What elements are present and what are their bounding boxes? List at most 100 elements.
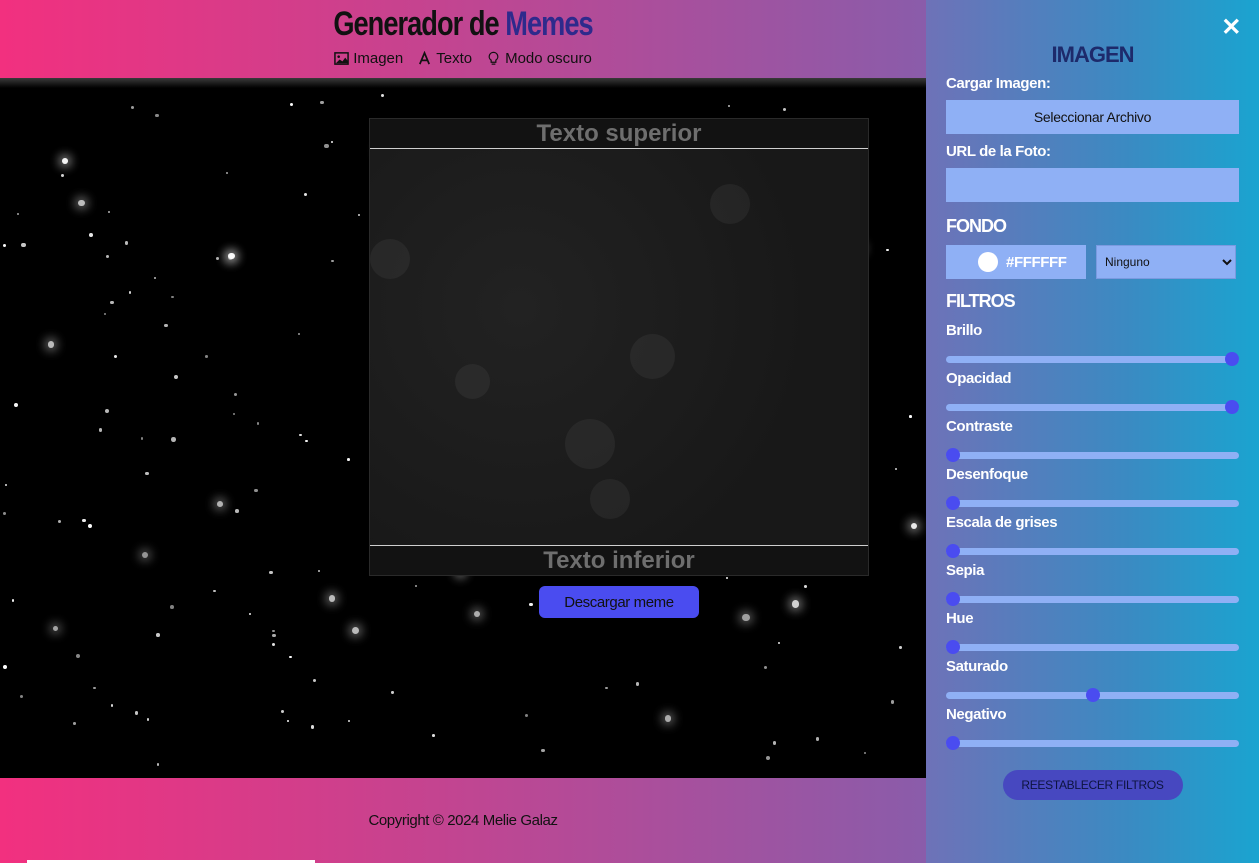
filter-label: Sepia <box>946 562 985 579</box>
star-decoration <box>73 722 76 726</box>
star-decoration <box>154 276 157 280</box>
fondo-title: FONDO <box>946 216 1007 236</box>
star-decoration <box>271 642 275 646</box>
star-decoration <box>106 255 110 259</box>
star-decoration <box>272 633 276 638</box>
star-decoration <box>3 243 7 247</box>
filter-slider[interactable] <box>946 342 1239 368</box>
fondo-row: #FFFFFF Ninguno <box>946 245 1239 279</box>
star-decoration <box>21 243 26 248</box>
star-decoration <box>299 433 302 437</box>
text-icon <box>419 51 431 65</box>
star-decoration <box>128 291 132 294</box>
slider-thumb[interactable] <box>946 496 960 510</box>
star-decoration <box>381 93 385 97</box>
nav-texto[interactable]: Texto <box>417 50 472 67</box>
select-file-button[interactable]: Seleccionar Archivo <box>946 100 1239 134</box>
star-decoration <box>310 725 315 729</box>
star-decoration <box>280 709 285 714</box>
filter-slider[interactable] <box>946 678 1239 704</box>
star-decoration <box>604 686 608 690</box>
filter-7: Saturado <box>946 656 1239 704</box>
star-decoration <box>105 409 110 414</box>
filter-slider[interactable] <box>946 486 1239 512</box>
star-decoration <box>110 300 114 305</box>
star-decoration <box>125 241 129 245</box>
star-decoration <box>88 524 93 529</box>
filter-label: Negativo <box>946 706 1007 723</box>
lightbulb-icon <box>488 51 499 65</box>
star-decoration <box>19 695 24 699</box>
star-decoration <box>863 752 867 755</box>
star-decoration <box>286 719 290 723</box>
star-decoration <box>171 296 174 299</box>
slider-thumb[interactable] <box>946 544 960 558</box>
filter-slider[interactable] <box>946 534 1239 560</box>
slider-track <box>946 740 1239 747</box>
star-decoration <box>134 711 138 715</box>
star-decoration <box>524 713 528 718</box>
star-decoration <box>773 741 777 745</box>
slider-thumb[interactable] <box>1225 400 1239 414</box>
star-decoration <box>910 523 917 530</box>
blend-mode-select[interactable]: Ninguno <box>1096 245 1236 279</box>
star-decoration <box>108 210 111 214</box>
star-decoration <box>171 437 176 442</box>
star-decoration <box>228 254 234 261</box>
star-decoration <box>728 104 731 107</box>
star-decoration <box>110 703 114 707</box>
star-decoration <box>78 199 85 206</box>
star-decoration <box>248 613 251 616</box>
star-decoration <box>303 193 308 197</box>
reset-filters-button[interactable]: REESTABLECER FILTROS <box>1002 770 1183 800</box>
star-decoration <box>541 748 545 753</box>
close-icon[interactable]: ✕ <box>1221 14 1241 42</box>
star-decoration <box>2 664 8 670</box>
star-decoration <box>529 602 533 607</box>
filter-slider[interactable] <box>946 630 1239 656</box>
star-decoration <box>16 213 19 216</box>
star-decoration <box>11 599 14 602</box>
nav-imagen[interactable]: Imagen <box>334 50 403 67</box>
filter-slider[interactable] <box>946 582 1239 608</box>
star-decoration <box>894 468 898 471</box>
star-decoration <box>61 158 68 164</box>
slider-thumb[interactable] <box>946 640 960 654</box>
star-decoration <box>782 107 787 112</box>
filter-slider[interactable] <box>946 726 1239 752</box>
filter-slider[interactable] <box>946 390 1239 416</box>
star-decoration <box>289 655 293 659</box>
filter-label: Contraste <box>946 418 1013 435</box>
image-panel: ✕ IMAGEN Cargar Imagen: Seleccionar Arch… <box>926 0 1259 863</box>
star-decoration <box>76 653 81 658</box>
slider-thumb[interactable] <box>946 736 960 750</box>
star-decoration <box>103 312 107 316</box>
filter-1: Opacidad <box>946 368 1239 416</box>
slider-thumb[interactable] <box>946 448 960 462</box>
filter-label: Escala de grises <box>946 514 1058 531</box>
star-decoration <box>217 501 224 507</box>
nav-texto-label: Texto <box>436 50 473 67</box>
filter-6: Hue <box>946 608 1239 656</box>
url-input[interactable] <box>946 168 1239 202</box>
filter-slider[interactable] <box>946 438 1239 464</box>
slider-track <box>946 500 1239 507</box>
star-decoration <box>664 715 672 723</box>
star-decoration <box>312 678 316 682</box>
nav-modo-oscuro[interactable]: Modo oscuro <box>486 50 592 67</box>
title-part2: Memes <box>505 5 593 43</box>
slider-thumb[interactable] <box>1225 352 1239 366</box>
star-decoration <box>257 422 260 425</box>
star-decoration <box>297 332 300 335</box>
star-decoration <box>88 233 93 238</box>
star-decoration <box>145 471 149 476</box>
slider-thumb[interactable] <box>1085 688 1100 702</box>
background-color-picker[interactable]: #FFFFFF <box>946 245 1086 279</box>
star-decoration <box>899 645 902 649</box>
download-meme-button[interactable]: Descargar meme <box>539 586 699 618</box>
url-label: URL de la Foto: <box>946 143 1051 160</box>
slider-thumb[interactable] <box>946 592 960 606</box>
star-decoration <box>890 700 895 704</box>
header: Generador de Memes Imagen Texto Modo osc… <box>0 0 926 78</box>
star-decoration <box>909 415 912 418</box>
